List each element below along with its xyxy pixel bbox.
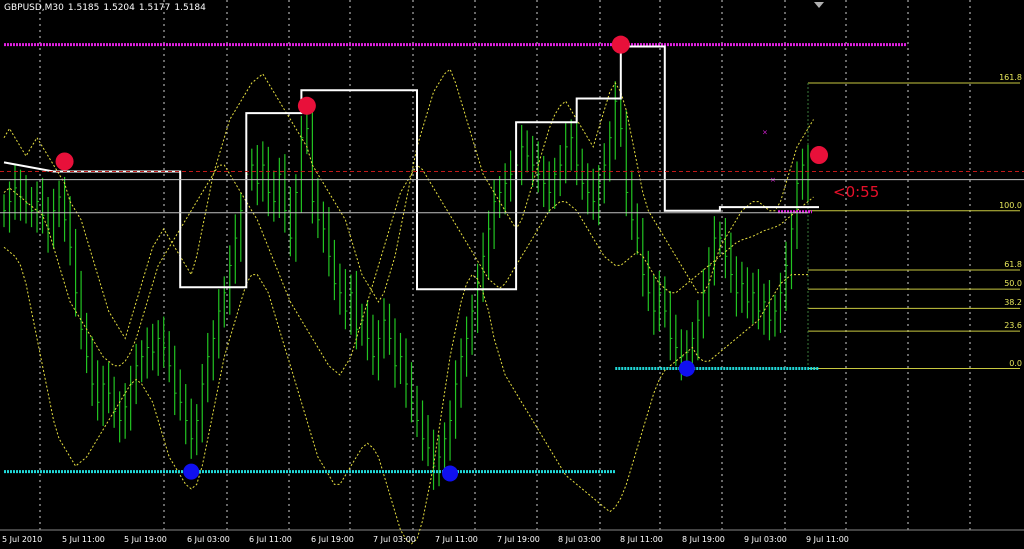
fib-label: 161.8 (999, 72, 1022, 82)
fib-label: 61.8 (1004, 260, 1022, 269)
swing-low-dot (678, 360, 695, 377)
symbol-label: GBPUSD,M30 (4, 3, 64, 13)
low-price: 1.5177 (138, 3, 171, 13)
x-tick-label: 7 Jul 19:00 (497, 535, 540, 544)
fib-label: 0.0 (1009, 358, 1022, 368)
fib-label: 50.0 (1004, 279, 1022, 289)
open-price: 1.5185 (67, 3, 100, 13)
swing-low-dot (442, 465, 459, 482)
trend-line (3, 45, 819, 291)
chart-grid (0, 0, 1024, 531)
x-tick-label: 7 Jul 11:00 (435, 535, 478, 544)
swing-high-dot (810, 146, 829, 165)
swing-high-dot (297, 96, 316, 115)
x-tick-label: 6 Jul 19:00 (311, 535, 354, 544)
high-price: 1.5204 (103, 3, 135, 13)
resistance-marker: × (762, 128, 768, 136)
close-price: 1.5184 (174, 3, 206, 13)
swing-high-dot (611, 35, 630, 54)
fib-label: 38.2 (1004, 298, 1022, 308)
x-tick-label: 8 Jul 03:00 (558, 535, 601, 544)
x-tick-label: 8 Jul 11:00 (620, 535, 663, 544)
x-tick-label: 7 Jul 03:00 (373, 535, 416, 544)
symbol-header: GBPUSD,M30 1.5185 1.5204 1.5177 1.5184 (4, 3, 210, 13)
x-tick-label: 6 Jul 11:00 (249, 535, 292, 544)
x-tick-label: 5 Jul 19:00 (124, 535, 167, 544)
x-tick-label: 9 Jul 11:00 (806, 535, 849, 544)
bar-timer: <0:55 (833, 183, 880, 201)
swing-low-dot (183, 463, 200, 480)
swing-markers (55, 35, 829, 482)
x-tick-label: 6 Jul 03:00 (187, 535, 230, 544)
fib-label: 23.6 (1004, 321, 1022, 331)
swing-high-dot (55, 152, 74, 171)
x-tick-label: 5 Jul 11:00 (62, 535, 105, 544)
x-tick-label: 9 Jul 03:00 (744, 535, 787, 544)
price-bars (3, 77, 810, 490)
chart-misc (0, 2, 1024, 214)
envelope-upper (3, 68, 814, 340)
trend-step-line (3, 45, 819, 291)
price-chart[interactable]: ×× (0, 0, 1024, 549)
shift-marker-icon (814, 2, 824, 8)
fib-label: 100.0 (999, 200, 1022, 210)
x-tick-label: 5 Jul 2010 (2, 535, 43, 544)
x-tick-label: 8 Jul 19:00 (682, 535, 725, 544)
